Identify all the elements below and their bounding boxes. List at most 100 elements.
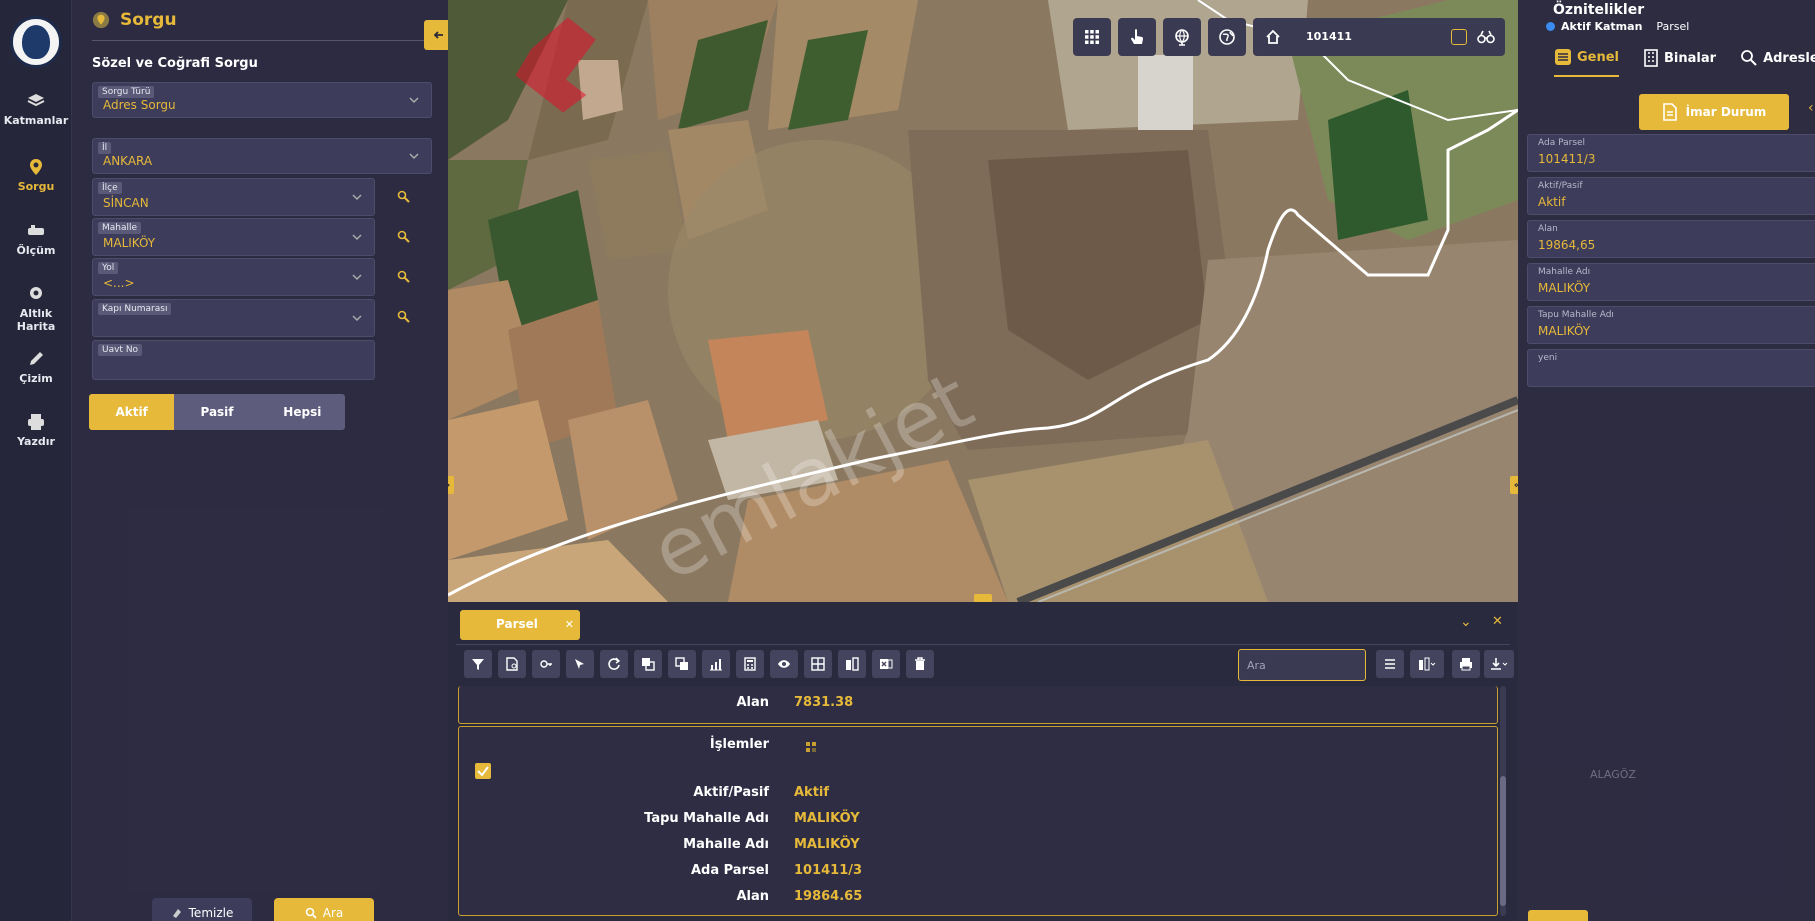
refresh-icon xyxy=(608,657,621,670)
kapi-numarasi-select[interactable]: Kapı Numarası xyxy=(92,299,375,337)
columns-button[interactable] xyxy=(1376,650,1404,678)
divider xyxy=(92,40,432,41)
active-layer-row: Aktif Katman Parsel xyxy=(1546,20,1689,33)
globe-button[interactable] xyxy=(1163,18,1201,56)
basemap-icon xyxy=(30,287,42,299)
download-dropdown-button[interactable] xyxy=(1484,650,1514,678)
field-label: Yol xyxy=(98,262,119,274)
attr-label: Mahalle Adı xyxy=(1538,267,1591,277)
bottom-tab-button[interactable] xyxy=(1528,910,1588,921)
search-option-checkbox[interactable] xyxy=(1451,29,1467,45)
layers-world-button[interactable] xyxy=(1208,18,1246,56)
tab-binalar[interactable]: Binalar xyxy=(1643,48,1716,77)
divider xyxy=(456,644,1510,645)
result-card-previous: Alan 7831.38 xyxy=(458,686,1498,724)
split-button[interactable] xyxy=(838,650,866,678)
pick-on-map-icon[interactable] xyxy=(397,310,411,324)
scrollbar-thumb[interactable] xyxy=(1500,776,1506,906)
imar-durum-button[interactable]: İmar Durum xyxy=(1639,94,1789,130)
field-label: İlçe xyxy=(98,182,122,194)
row-select-checkbox[interactable] xyxy=(475,763,491,779)
pick-on-map-icon[interactable] xyxy=(397,270,411,284)
calculator-icon xyxy=(744,657,756,671)
report-button[interactable] xyxy=(498,650,526,678)
attr-tapu-mahalle-adi: Tapu Mahalle Adı MALIKÖY xyxy=(1527,306,1815,344)
tab-label: Binalar xyxy=(1664,50,1717,66)
download-icon xyxy=(1491,658,1508,670)
building-icon xyxy=(1644,49,1658,67)
table-icon xyxy=(811,657,825,671)
row-label: Alan xyxy=(736,889,769,904)
map-view[interactable]: emlakjet » « ︽ xyxy=(448,0,1518,602)
layout-dropdown-button[interactable] xyxy=(1410,650,1444,678)
chevron-left-icon[interactable]: ‹ xyxy=(1808,100,1814,116)
close-tab-icon[interactable]: ✕ xyxy=(565,618,574,631)
rail-item-yazdir[interactable]: Yazdır xyxy=(0,413,72,448)
key-search-button[interactable] xyxy=(532,650,560,678)
tab-parsel[interactable]: Parsel ✕ xyxy=(460,610,580,640)
clear-button[interactable]: Temizle xyxy=(152,898,252,921)
chart-button[interactable] xyxy=(702,650,730,678)
mahalle-select[interactable]: Mahalle MALIKÖY xyxy=(92,218,375,256)
chevron-down-icon xyxy=(409,153,419,160)
chevron-down-icon xyxy=(409,97,419,104)
visibility-button[interactable] xyxy=(770,650,798,678)
filter-button[interactable] xyxy=(464,650,492,678)
duplicate-icon xyxy=(675,657,688,670)
close-icon[interactable]: ✕ xyxy=(1492,614,1503,629)
map-search-box[interactable]: 101411 xyxy=(1253,18,1505,56)
excel-icon xyxy=(880,659,893,669)
delete-button[interactable] xyxy=(906,650,934,678)
results-scrollbar[interactable] xyxy=(1500,686,1506,916)
field-label: Sorgu Türü xyxy=(98,86,155,98)
row-value: MALIKÖY xyxy=(794,837,860,852)
active-layer-dot xyxy=(1546,22,1555,31)
expand-right-panel-button[interactable]: « xyxy=(1510,476,1518,494)
rail-item-katmanlar[interactable]: Katmanlar xyxy=(0,92,72,127)
expand-results-button[interactable]: ︽ xyxy=(974,594,992,602)
print-button[interactable] xyxy=(1452,650,1480,678)
yol-select[interactable]: Yol <...> xyxy=(92,258,375,296)
select-button[interactable] xyxy=(566,650,594,678)
pan-tool-button[interactable] xyxy=(1118,18,1156,56)
status-aktif-button[interactable]: Aktif xyxy=(89,394,175,430)
expand-left-panel-button[interactable]: » xyxy=(448,476,454,494)
results-search-input[interactable]: Ara xyxy=(1238,649,1366,681)
attr-ada-parsel: Ada Parsel 101411/3 xyxy=(1527,134,1815,172)
home-icon[interactable] xyxy=(1265,29,1281,45)
chevron-down-icon[interactable]: ⌄ xyxy=(1460,614,1472,630)
rail-item-cizim[interactable]: Çizim xyxy=(0,350,72,385)
ilce-select[interactable]: İlçe SİNCAN xyxy=(92,178,375,216)
field-label: İl xyxy=(98,142,112,154)
pick-on-map-icon[interactable] xyxy=(397,190,411,204)
refresh-button[interactable] xyxy=(600,650,628,678)
excel-button[interactable] xyxy=(872,650,900,678)
duplicate-button[interactable] xyxy=(668,650,696,678)
actions-grid-icon[interactable] xyxy=(805,741,817,753)
pick-on-map-icon[interactable] xyxy=(397,230,411,244)
uavt-no-input[interactable]: Uavt No xyxy=(92,340,375,380)
binoculars-icon[interactable] xyxy=(1477,29,1495,45)
active-layer-value: Parsel xyxy=(1656,20,1690,33)
attr-value: 101411/3 xyxy=(1538,152,1596,166)
copy-button[interactable] xyxy=(634,650,662,678)
sorgu-turu-select[interactable]: Sorgu Türü Adres Sorgu xyxy=(92,82,432,118)
attr-value: 19864,65 xyxy=(1538,238,1596,252)
copy-icon xyxy=(642,658,655,671)
attr-yeni: yeni xyxy=(1527,349,1815,387)
calculator-button[interactable] xyxy=(736,650,764,678)
layout-icon xyxy=(1419,657,1436,671)
il-select[interactable]: İl ANKARA xyxy=(92,138,432,174)
table-button[interactable] xyxy=(804,650,832,678)
rail-item-altlik-harita[interactable]: Altlık Harita xyxy=(0,285,72,333)
tab-genel[interactable]: Genel xyxy=(1554,48,1620,77)
grid-menu-button[interactable] xyxy=(1073,18,1111,56)
document-icon xyxy=(1662,103,1677,121)
rail-item-olcum[interactable]: Ölçüm xyxy=(0,222,72,257)
search-button[interactable]: Ara xyxy=(274,898,374,921)
status-pasif-button[interactable]: Pasif xyxy=(174,394,260,430)
tab-adresler[interactable]: Adresler xyxy=(1740,48,1815,77)
rail-item-sorgu[interactable]: Sorgu xyxy=(0,158,72,193)
status-hepsi-button[interactable]: Hepsi xyxy=(259,394,345,430)
hand-pointer-icon xyxy=(1131,29,1143,44)
